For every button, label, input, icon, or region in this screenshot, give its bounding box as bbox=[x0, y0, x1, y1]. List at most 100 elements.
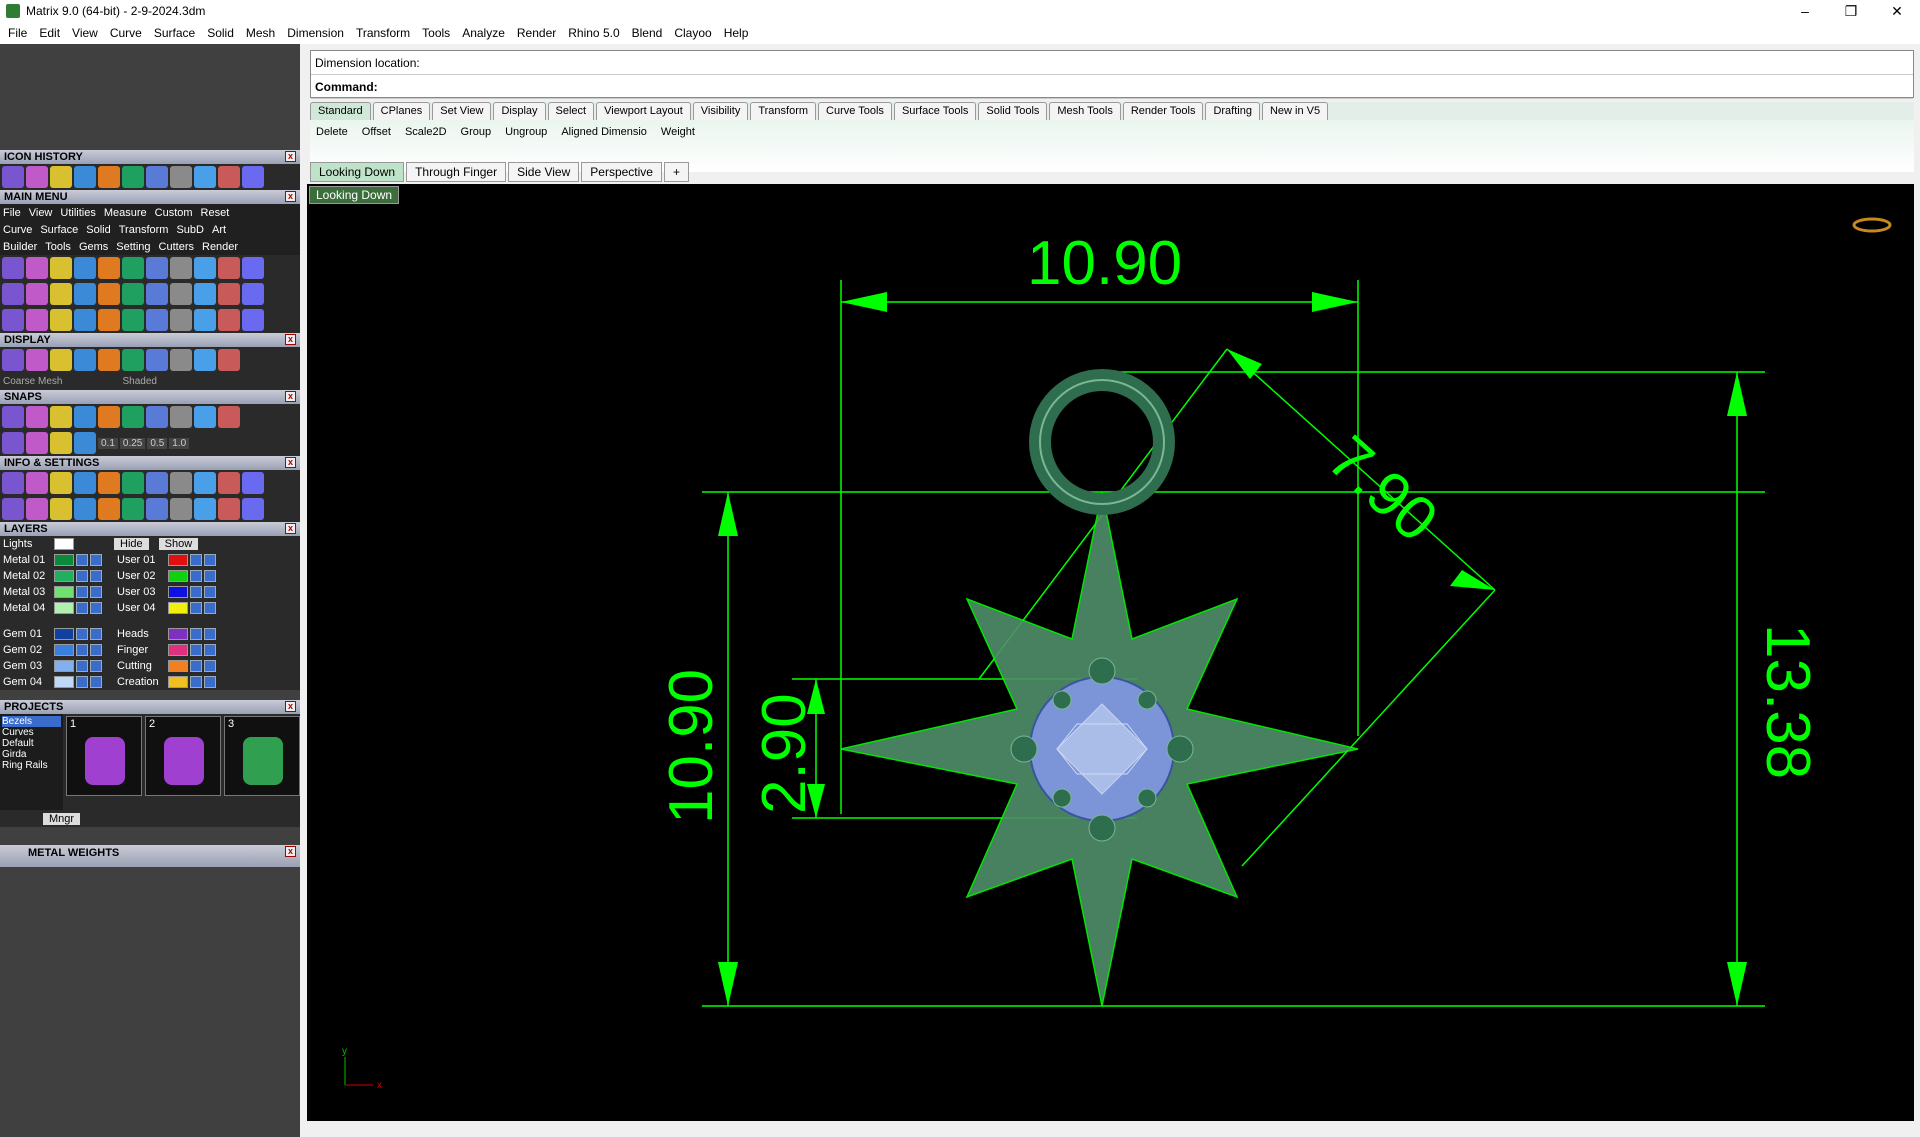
tool-icon[interactable] bbox=[194, 349, 216, 371]
snap-value-button[interactable]: 0.25 bbox=[119, 437, 146, 449]
tool-icon[interactable] bbox=[122, 283, 144, 305]
category-curve[interactable]: Curve bbox=[3, 224, 32, 236]
tool-icon[interactable] bbox=[146, 166, 168, 188]
layer-visible-icon[interactable] bbox=[90, 602, 102, 614]
tool-icon[interactable] bbox=[146, 257, 168, 279]
layer-name[interactable]: Metal 03 bbox=[0, 586, 52, 598]
layer-color-swatch[interactable] bbox=[54, 602, 74, 614]
layer-name[interactable]: Gem 02 bbox=[0, 644, 52, 656]
offset-button[interactable]: Offset bbox=[362, 126, 391, 166]
category-art[interactable]: Art bbox=[212, 224, 226, 236]
tab-mesh-tools[interactable]: Mesh Tools bbox=[1049, 102, 1121, 120]
layer-lock-icon[interactable] bbox=[190, 676, 202, 688]
menu-rhino-5-0[interactable]: Rhino 5.0 bbox=[562, 26, 625, 40]
tool-icon[interactable] bbox=[170, 349, 192, 371]
tool-icon[interactable] bbox=[26, 283, 48, 305]
tool-icon[interactable] bbox=[26, 472, 48, 494]
main-menu-reset[interactable]: Reset bbox=[201, 207, 230, 219]
close-button[interactable]: ✕ bbox=[1874, 0, 1920, 22]
tool-icon[interactable] bbox=[2, 498, 24, 520]
tool-icon[interactable] bbox=[74, 472, 96, 494]
tool-icon[interactable] bbox=[74, 406, 96, 428]
tool-icon[interactable] bbox=[2, 309, 24, 331]
viewport-tab-perspective[interactable]: Perspective bbox=[581, 162, 662, 182]
main-menu-file[interactable]: File bbox=[3, 207, 21, 219]
snap-icon[interactable] bbox=[50, 432, 72, 454]
tool-icon[interactable] bbox=[2, 472, 24, 494]
project-thumbnail[interactable]: 1 bbox=[66, 716, 142, 796]
layer-lock-icon[interactable] bbox=[76, 554, 88, 566]
tool-icon[interactable] bbox=[98, 166, 120, 188]
layer-visible-icon[interactable] bbox=[204, 628, 216, 640]
tool-icon[interactable] bbox=[218, 406, 240, 428]
viewport-tab-side-view[interactable]: Side View bbox=[508, 162, 580, 182]
tool-icon[interactable] bbox=[242, 257, 264, 279]
viewport-tab-through-finger[interactable]: Through Finger bbox=[406, 162, 507, 182]
layer-name[interactable]: Heads bbox=[114, 628, 166, 640]
tool-icon[interactable] bbox=[98, 472, 120, 494]
menu-clayoo[interactable]: Clayoo bbox=[668, 26, 717, 40]
tool-icon[interactable] bbox=[26, 406, 48, 428]
tool-icon[interactable] bbox=[26, 498, 48, 520]
tab-display[interactable]: Display bbox=[493, 102, 546, 120]
layer-name[interactable]: Metal 02 bbox=[0, 570, 52, 582]
tool-icon[interactable] bbox=[146, 472, 168, 494]
mesh-select[interactable]: Coarse Mesh bbox=[3, 376, 62, 387]
snap-value-button[interactable]: 1.0 bbox=[169, 437, 190, 449]
category-surface[interactable]: Surface bbox=[40, 224, 78, 236]
tool-icon[interactable] bbox=[26, 349, 48, 371]
layer-color-swatch[interactable] bbox=[168, 676, 188, 688]
menu-analyze[interactable]: Analyze bbox=[456, 26, 511, 40]
tool-icon[interactable] bbox=[218, 166, 240, 188]
menu-edit[interactable]: Edit bbox=[33, 26, 66, 40]
weight-button[interactable]: Weight bbox=[661, 126, 695, 166]
tool-icon[interactable] bbox=[50, 498, 72, 520]
layer-color-swatch[interactable] bbox=[168, 660, 188, 672]
mode-select[interactable]: Shaded bbox=[122, 376, 156, 387]
project-item[interactable]: Curves bbox=[2, 727, 61, 738]
close-icon[interactable]: x bbox=[285, 457, 296, 468]
tool-icon[interactable] bbox=[98, 406, 120, 428]
tab-new-in-v5[interactable]: New in V5 bbox=[1261, 102, 1329, 120]
main-menu-view[interactable]: View bbox=[29, 207, 53, 219]
category-subd[interactable]: SubD bbox=[176, 224, 204, 236]
snap-icon[interactable] bbox=[2, 432, 24, 454]
layer-lock-icon[interactable] bbox=[76, 570, 88, 582]
layer-color-swatch[interactable] bbox=[168, 554, 188, 566]
menu-help[interactable]: Help bbox=[718, 26, 755, 40]
layer-color-swatch[interactable] bbox=[54, 660, 74, 672]
tool-icon[interactable] bbox=[218, 349, 240, 371]
tool-icon[interactable] bbox=[2, 349, 24, 371]
layer-lock-icon[interactable] bbox=[190, 628, 202, 640]
layer-lock-icon[interactable] bbox=[190, 660, 202, 672]
layer-name[interactable]: Creation bbox=[114, 676, 166, 688]
tool-icon[interactable] bbox=[26, 257, 48, 279]
tool-icon[interactable] bbox=[194, 406, 216, 428]
layer-visible-icon[interactable] bbox=[204, 602, 216, 614]
menu-tools[interactable]: Tools bbox=[416, 26, 456, 40]
tool-icon[interactable] bbox=[170, 406, 192, 428]
tool-icon[interactable] bbox=[50, 283, 72, 305]
tool-icon[interactable] bbox=[74, 309, 96, 331]
layer-name[interactable]: User 01 bbox=[114, 554, 166, 566]
tab-cplanes[interactable]: CPlanes bbox=[372, 102, 431, 120]
main-menu-custom[interactable]: Custom bbox=[155, 207, 193, 219]
layer-name[interactable]: User 02 bbox=[114, 570, 166, 582]
tab-curve-tools[interactable]: Curve Tools bbox=[818, 102, 892, 120]
snap-value-button[interactable]: 0.1 bbox=[98, 437, 118, 449]
project-item[interactable]: Ring Rails bbox=[2, 760, 61, 771]
tab-standard[interactable]: Standard bbox=[310, 102, 371, 120]
layer-lock-icon[interactable] bbox=[190, 644, 202, 656]
layer-lock-icon[interactable] bbox=[190, 602, 202, 614]
layer-color-swatch[interactable] bbox=[54, 676, 74, 688]
tool-icon[interactable] bbox=[74, 166, 96, 188]
tool-icon[interactable] bbox=[2, 166, 24, 188]
tool-icon[interactable] bbox=[2, 257, 24, 279]
tool-icon[interactable] bbox=[98, 349, 120, 371]
tool-icon[interactable] bbox=[218, 309, 240, 331]
layer-name[interactable]: Finger bbox=[114, 644, 166, 656]
category-gems[interactable]: Gems bbox=[79, 241, 108, 253]
project-thumbnail[interactable]: 3 bbox=[224, 716, 300, 796]
tool-icon[interactable] bbox=[122, 257, 144, 279]
layer-visible-icon[interactable] bbox=[90, 554, 102, 566]
